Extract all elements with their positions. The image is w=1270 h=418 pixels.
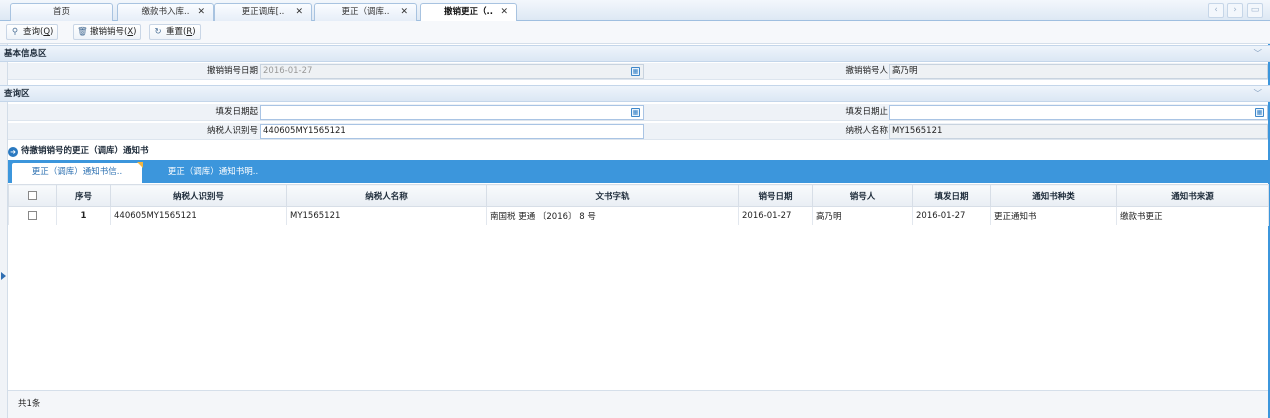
revoke-number-button[interactable]: 🗑 撤销销号(X) — [73, 24, 142, 40]
list-subtabs: 更正（调库）通知书信.. 更正（调库）通知书明.. — [8, 160, 1268, 183]
cell-taxpayer-name: MY1565121 — [286, 206, 487, 226]
query-area-header[interactable]: 查询区 ﹀ — [0, 85, 1270, 102]
taxpayer-id-input[interactable]: 440605MY1565121 — [260, 124, 644, 139]
query-row-dates: 填发日期起 ▦ 填发日期止 ▦ — [8, 104, 1268, 121]
list-title: ➜ 待撤销销号的更正（调库）通知书 — [8, 144, 1268, 160]
row-select-cell[interactable] — [8, 206, 57, 226]
close-icon[interactable]: ✕ — [400, 4, 408, 20]
trash-icon: 🗑 — [77, 27, 88, 37]
taxpayer-name-label: 纳税人名称 — [845, 126, 888, 136]
cell-document-number: 南国税 更通 〔2016〕 8 号 — [486, 206, 739, 226]
column-header[interactable]: 纳税人识别号 — [110, 184, 287, 207]
column-header[interactable]: 纳税人名称 — [286, 184, 487, 207]
fill-start-date-input[interactable]: ▦ — [260, 105, 644, 120]
chevron-down-icon[interactable]: ﹀ — [1253, 86, 1262, 102]
column-header[interactable]: 销号日期 — [738, 184, 813, 207]
expand-arrow-icon[interactable] — [1, 272, 6, 280]
tab-revoke-correction[interactable]: 撤销更正（.. ✕ — [420, 3, 517, 22]
calendar-icon[interactable]: ▦ — [1255, 108, 1264, 117]
select-all-cell[interactable] — [8, 184, 57, 207]
cell-index: 1 — [56, 206, 111, 226]
cell-notice-type: 更正通知书 — [990, 206, 1117, 226]
fill-end-date-input[interactable]: ▦ — [889, 105, 1268, 120]
fill-start-label: 填发日期起 — [215, 107, 258, 117]
taxpayer-id-label: 纳税人识别号 — [206, 126, 258, 136]
tab-label: 缴款书入库.. — [141, 7, 190, 17]
revoke-person-field: 高乃明 — [889, 64, 1268, 79]
revoke-person-label: 撤销销号人 — [845, 66, 888, 76]
tab-label: 首页 — [52, 7, 70, 17]
search-icon: ⚲ — [11, 27, 19, 37]
column-header[interactable]: 销号人 — [812, 184, 913, 207]
close-icon[interactable]: ✕ — [500, 4, 508, 20]
revoke-date-field: 2016-01-27 ▦ — [260, 64, 644, 79]
query-row-taxpayer: 纳税人识别号 440605MY1565121 纳税人名称 MY1565121 — [8, 123, 1268, 140]
close-icon[interactable]: ✕ — [295, 4, 303, 20]
table-header-row: 序号 纳税人识别号 纳税人名称 文书字轨 销号日期 销号人 填发日期 通知书种类… — [8, 184, 1269, 207]
prev-tab-icon[interactable]: ‹ — [1208, 3, 1224, 18]
close-icon[interactable]: ✕ — [197, 4, 205, 20]
calendar-icon[interactable]: ▦ — [631, 108, 640, 117]
basic-info-header[interactable]: 基本信息区 ﹀ — [0, 45, 1270, 62]
query-button[interactable]: ⚲ 查询(Q) — [6, 24, 59, 40]
taxpayer-name-field: MY1565121 — [889, 124, 1268, 139]
maximize-icon[interactable]: ▭ — [1247, 3, 1263, 18]
column-header[interactable]: 通知书来源 — [1116, 184, 1269, 207]
tab-bar: 首页 缴款书入库.. ✕ 更正调库[.. ✕ 更正（调库.. ✕ 撤销更正（..… — [0, 0, 1270, 22]
table-row[interactable]: 1 440605MY1565121 MY1565121 南国税 更通 〔2016… — [8, 206, 1269, 226]
revoke-date-label: 撤销销号日期 — [206, 66, 258, 76]
column-header[interactable]: 序号 — [56, 184, 111, 207]
subtab-notice-info[interactable]: 更正（调库）通知书信.. — [12, 162, 143, 183]
arrow-circle-icon: ➜ — [8, 147, 18, 157]
record-count: 共1条 — [8, 390, 1268, 418]
next-tab-icon[interactable]: › — [1227, 3, 1243, 18]
tab-home[interactable]: 首页 — [10, 3, 113, 21]
subtab-notice-detail[interactable]: 更正（调库）通知书明.. — [148, 163, 278, 183]
cell-taxpayer-id: 440605MY1565121 — [110, 206, 287, 226]
tab-correction-adjust-2[interactable]: 更正（调库.. ✕ — [314, 3, 417, 21]
section-title: 查询区 — [4, 89, 30, 99]
toolbar: ⚲ 查询(Q) 🗑 撤销销号(X) ↻ 重置(R) — [0, 21, 1270, 44]
chevron-down-icon[interactable]: ﹀ — [1253, 46, 1262, 62]
basic-info-row: 撤销销号日期 2016-01-27 ▦ 撤销销号人 高乃明 — [8, 63, 1268, 80]
reset-button[interactable]: ↻ 重置(R) — [149, 24, 201, 40]
select-all-checkbox[interactable] — [28, 190, 37, 200]
calendar-icon: ▦ — [631, 67, 640, 76]
refresh-icon: ↻ — [154, 27, 162, 37]
cell-fill-date: 2016-01-27 — [912, 206, 991, 226]
section-title: 基本信息区 — [4, 49, 47, 59]
cell-cancel-person: 高乃明 — [812, 206, 913, 226]
tab-label: 撤销更正（.. — [444, 7, 493, 17]
column-header[interactable]: 文书字轨 — [486, 184, 739, 207]
row-checkbox[interactable] — [28, 211, 37, 220]
fill-end-label: 填发日期止 — [845, 107, 888, 117]
tab-payment-storage[interactable]: 缴款书入库.. ✕ — [117, 3, 214, 21]
tab-label: 更正（调库.. — [341, 7, 390, 17]
cell-notice-source: 缴款书更正 — [1116, 206, 1269, 226]
notice-table: 序号 纳税人识别号 纳税人名称 文书字轨 销号日期 销号人 填发日期 通知书种类… — [8, 184, 1269, 226]
tab-correction-adjust[interactable]: 更正调库[.. ✕ — [214, 3, 312, 21]
column-header[interactable]: 通知书种类 — [990, 184, 1117, 207]
column-header[interactable]: 填发日期 — [912, 184, 991, 207]
grid-empty-area — [8, 225, 1268, 390]
cell-cancel-date: 2016-01-27 — [738, 206, 813, 226]
tab-label: 更正调库[.. — [241, 7, 285, 17]
